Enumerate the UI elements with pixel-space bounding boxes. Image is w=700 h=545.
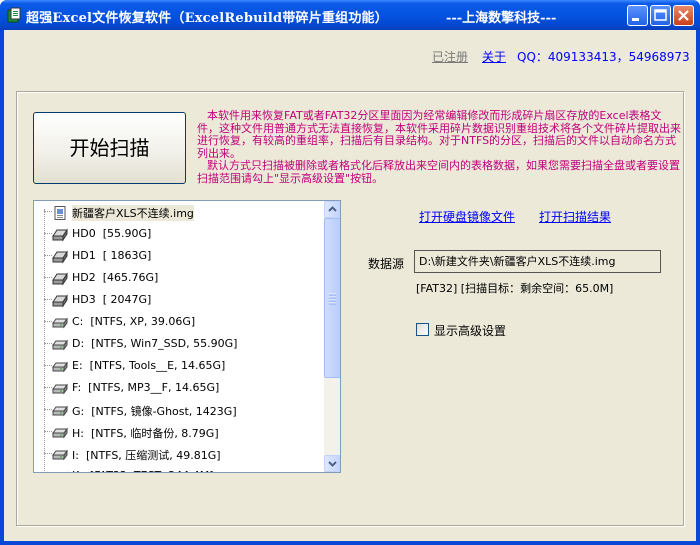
tree-branch-line bbox=[44, 365, 52, 366]
close-icon bbox=[678, 10, 689, 21]
tree-item-label: G: [NTFS, 镜像-Ghost, 1423G] bbox=[72, 405, 237, 418]
tree-branch-line bbox=[44, 343, 52, 344]
tree-item[interactable]: HD3 [ 2047G] bbox=[34, 289, 324, 311]
filesystem-info: [FAT32] [扫描目标：剩余空间：65.0M] bbox=[416, 282, 614, 295]
start-scan-button[interactable]: 开始扫描 bbox=[33, 112, 186, 184]
tree-item[interactable]: C: [NTFS, XP, 39.06G] bbox=[34, 311, 324, 333]
maximize-button[interactable] bbox=[650, 5, 671, 26]
tree-item[interactable]: HD0 [55.90G] bbox=[34, 223, 324, 245]
about-link[interactable]: 关于 bbox=[482, 48, 506, 65]
tree-item[interactable]: G: [NTFS, 镜像-Ghost, 1423G] bbox=[34, 399, 324, 421]
scroll-down-button[interactable] bbox=[324, 455, 340, 472]
drive-icon bbox=[52, 403, 68, 417]
drive-icon bbox=[52, 447, 68, 461]
drive-icon bbox=[52, 469, 68, 472]
image-file-icon bbox=[52, 205, 68, 220]
tree-branch-line bbox=[44, 255, 52, 256]
tree-branch-line bbox=[44, 233, 52, 234]
tree-item-label: HD0 [55.90G] bbox=[72, 227, 152, 240]
open-disk-image-link[interactable]: 打开硬盘镜像文件 bbox=[419, 208, 515, 225]
advanced-settings-checkbox[interactable] bbox=[416, 323, 429, 336]
drive-icon bbox=[52, 381, 68, 395]
close-button[interactable] bbox=[673, 5, 694, 26]
tree-branch-line bbox=[44, 277, 52, 278]
maximize-icon bbox=[654, 9, 667, 21]
hard-disk-icon bbox=[52, 293, 68, 308]
tree-branch-line bbox=[44, 211, 52, 212]
tree-item[interactable]: HD1 [ 1863G] bbox=[34, 245, 324, 267]
tree-branch-line bbox=[44, 299, 52, 300]
tree-item-label: D: [NTFS, Win7_SSD, 55.90G] bbox=[72, 337, 238, 350]
tree-item-label: E: [NTFS, Tools__E, 14.65G] bbox=[72, 359, 226, 372]
scroll-grip-icon bbox=[329, 293, 336, 305]
registered-link[interactable]: 已注册 bbox=[432, 48, 468, 65]
tree-item[interactable]: H: [NTFS, 临时备份, 8.79G] bbox=[34, 421, 324, 443]
scroll-up-button[interactable] bbox=[324, 201, 340, 218]
qq-contact: QQ：409133413，54968973 bbox=[517, 50, 690, 64]
drive-icon bbox=[52, 425, 68, 439]
tree-item-label: K: [FAT32, TEST, 244.4M] bbox=[72, 469, 214, 472]
data-source-label: 数据源 bbox=[368, 257, 405, 271]
scroll-up-icon bbox=[328, 206, 337, 212]
minimize-icon bbox=[632, 18, 639, 21]
tree-item-label: I: [NTFS, 压缩测试, 49.81G] bbox=[72, 449, 221, 462]
window-company: ---上海数擎科技--- bbox=[446, 11, 557, 26]
title-bar[interactable]: 超强Excel文件恢复软件（ExcelRebuild带碎片重组功能） ---上海… bbox=[0, 0, 700, 30]
scroll-down-icon bbox=[328, 461, 337, 467]
data-source-field[interactable]: D:\新建文件夹\新疆客户XLS不连续.img bbox=[414, 250, 661, 273]
tree-item[interactable]: I: [NTFS, 压缩测试, 49.81G] bbox=[34, 443, 324, 465]
tree-item[interactable]: F: [NTFS, MP3__F, 14.65G] bbox=[34, 377, 324, 399]
hard-disk-icon bbox=[52, 271, 68, 286]
open-scan-result-link[interactable]: 打开扫描结果 bbox=[539, 208, 611, 225]
tree-item[interactable]: D: [NTFS, Win7_SSD, 55.90G] bbox=[34, 333, 324, 355]
tree-item[interactable]: E: [NTFS, Tools__E, 14.65G] bbox=[34, 355, 324, 377]
tree-item-label: F: [NTFS, MP3__F, 14.65G] bbox=[72, 381, 220, 394]
tree-item[interactable]: 新疆客户XLS不连续.img bbox=[34, 201, 324, 223]
info-text: 本软件用来恢复FAT或者FAT32分区里面因为经常编辑修改而形成碎片扇区存放的E… bbox=[197, 109, 682, 185]
info-paragraph-1: 本软件用来恢复FAT或者FAT32分区里面因为经常编辑修改而形成碎片扇区存放的E… bbox=[197, 109, 681, 160]
tree-branch-line bbox=[44, 387, 52, 388]
drive-icon bbox=[52, 359, 68, 373]
window-title: 超强Excel文件恢复软件（ExcelRebuild带碎片重组功能） bbox=[26, 11, 388, 26]
advanced-settings-label[interactable]: 显示高级设置 bbox=[434, 322, 506, 339]
tree-branch-line bbox=[44, 409, 52, 410]
tree-item-label: HD1 [ 1863G] bbox=[72, 249, 152, 262]
scroll-thumb[interactable] bbox=[324, 218, 340, 378]
drive-icon bbox=[52, 337, 68, 351]
tree-item-label: HD2 [465.76G] bbox=[72, 271, 159, 284]
tree-item-label: H: [NTFS, 临时备份, 8.79G] bbox=[72, 427, 219, 440]
tree-branch-line bbox=[44, 431, 52, 432]
tree-content: 新疆客户XLS不连续.img HD0 [55.90G] HD1 [ 1863G] HD… bbox=[34, 201, 324, 472]
info-paragraph-2: 默认方式只扫描被删除或者格式化后释放出来空间内的表格数据，如果您需要扫描全盘或者… bbox=[197, 159, 680, 185]
drive-icon bbox=[52, 315, 68, 329]
tree-branch-line bbox=[44, 453, 52, 454]
tree-item-label: HD3 [ 2047G] bbox=[72, 293, 152, 306]
app-icon bbox=[7, 7, 21, 23]
tree-item-label: C: [NTFS, XP, 39.06G] bbox=[72, 315, 196, 328]
tree-branch-line bbox=[44, 321, 52, 322]
tree-item[interactable]: HD2 [465.76G] bbox=[34, 267, 324, 289]
tree-item[interactable]: K: [FAT32, TEST, 244.4M] bbox=[34, 465, 324, 472]
tree-scrollbar[interactable] bbox=[324, 201, 340, 472]
drive-tree-view[interactable]: 新疆客户XLS不连续.img HD0 [55.90G] HD1 [ 1863G] HD… bbox=[33, 200, 341, 473]
tree-item-label: 新疆客户XLS不连续.img bbox=[72, 205, 194, 221]
minimize-button[interactable] bbox=[627, 5, 648, 26]
hard-disk-icon bbox=[52, 227, 68, 242]
hard-disk-icon bbox=[52, 249, 68, 264]
